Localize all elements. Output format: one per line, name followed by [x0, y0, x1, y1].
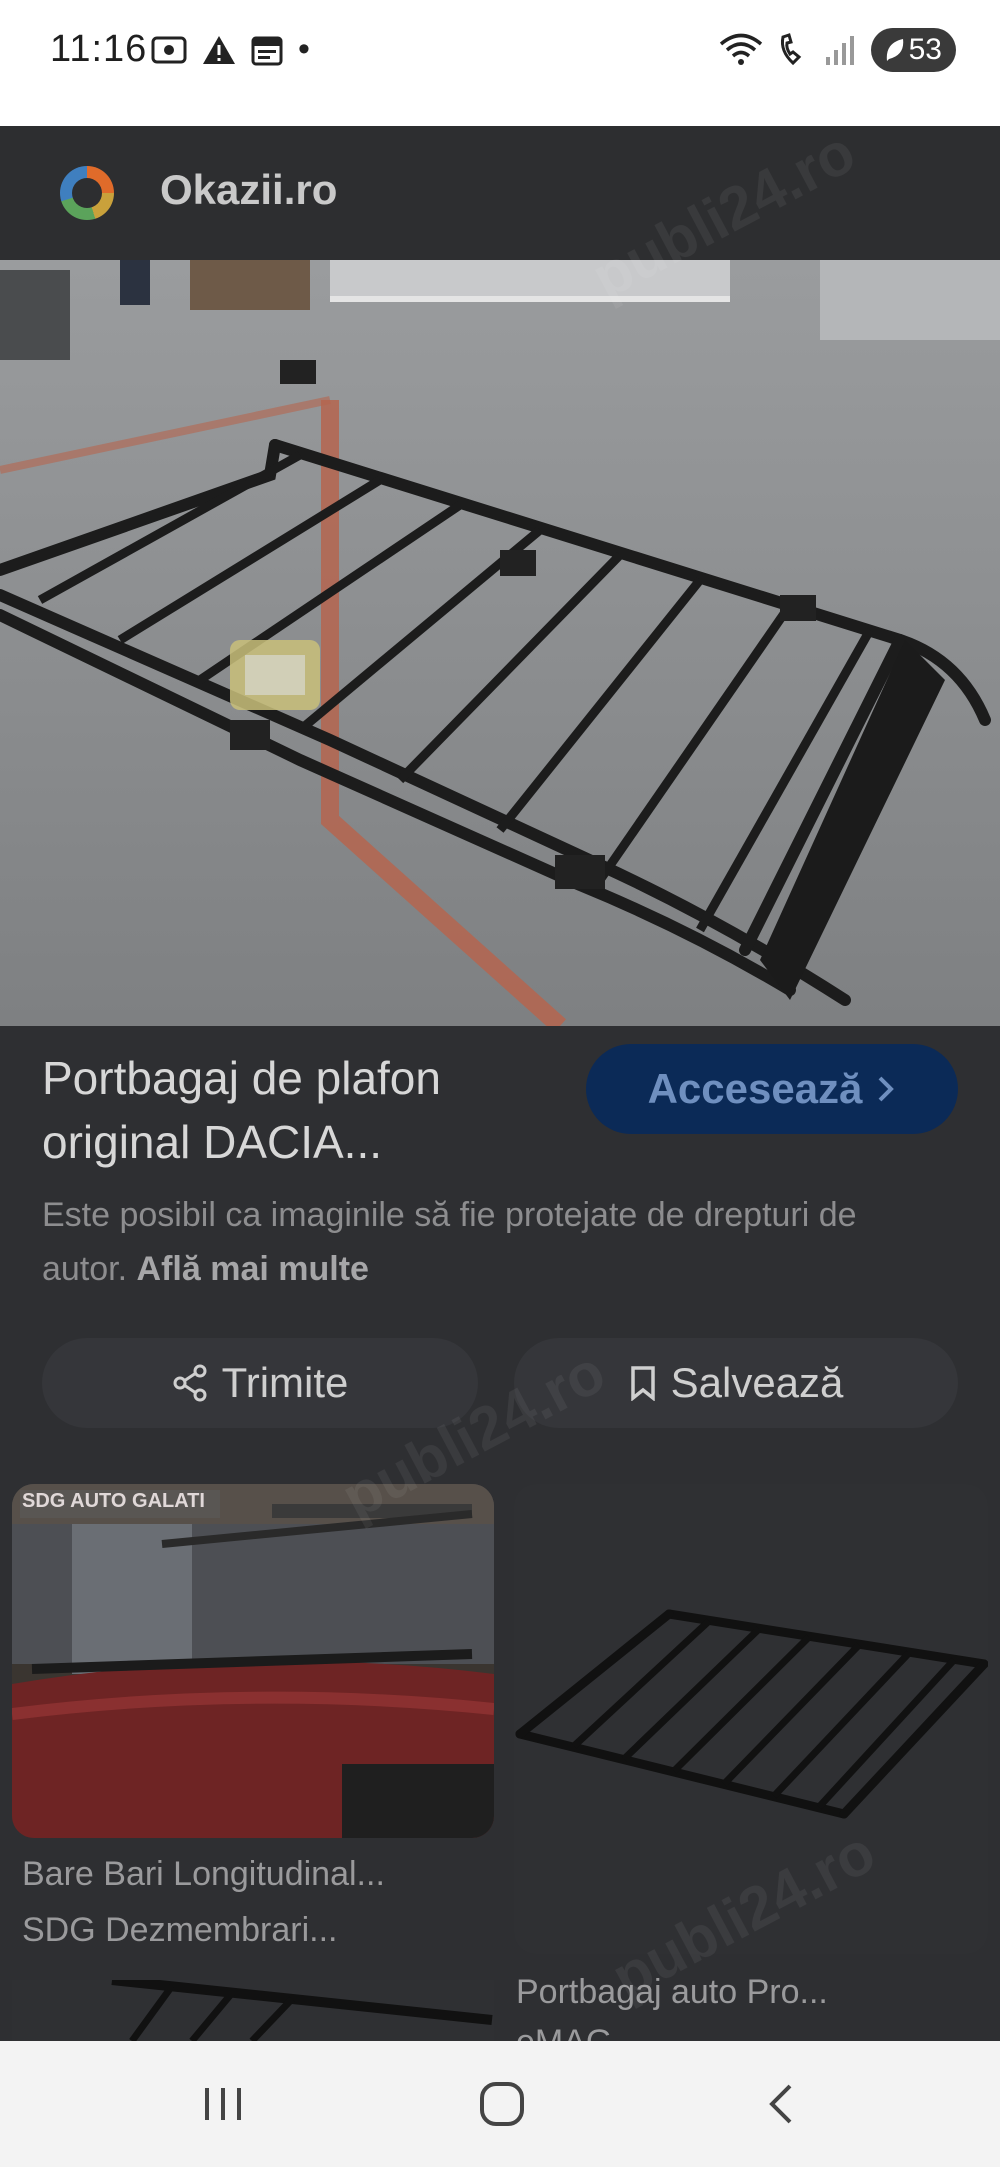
result-title-line2: original DACIA... [42, 1116, 383, 1168]
battery-saver-icon [886, 39, 903, 61]
system-icons: 53 [719, 28, 956, 72]
share-button[interactable]: Trimite [42, 1338, 478, 1428]
status-bar: 11:16 • 53 [0, 0, 1000, 126]
status-time: 11:16 [50, 28, 148, 70]
back-button[interactable] [742, 2073, 822, 2135]
result-title-line1: Portbagaj de plafon [42, 1052, 441, 1104]
related-title-1[interactable]: Bare Bari Longitudinal... [22, 1846, 385, 1902]
source-logo-icon [60, 166, 114, 220]
related-image-1[interactable]: SDG AUTO GALATI [12, 1484, 494, 1838]
signal-icon [825, 36, 854, 65]
roof-rack-product-photo [515, 1609, 988, 1819]
visit-button-label: Accesează [647, 1065, 863, 1112]
battery-level: 53 [908, 33, 942, 66]
result-title: Portbagaj de plafon original DACIA... [42, 1046, 562, 1174]
visit-button[interactable]: Accesează [586, 1044, 958, 1134]
save-label: Salvează [670, 1359, 844, 1406]
battery-indicator: 53 [870, 28, 956, 72]
car-roof-bars-photo [12, 1484, 494, 1838]
wifi-call-icon [780, 33, 801, 66]
source-name[interactable]: Okazii.ro [160, 166, 337, 214]
roof-rack-photo-3 [111, 1980, 493, 2041]
related-image-2[interactable] [514, 1484, 988, 1954]
screen: { "status_bar": { "time": "11:16", "batt… [0, 0, 1000, 2167]
roof-rack-photo [0, 260, 1000, 1026]
related-badge: SDG AUTO GALATI [22, 1490, 205, 1512]
screen-record-icon [151, 36, 187, 63]
notification-icons: • [150, 30, 310, 69]
related-image-3[interactable] [12, 1980, 494, 2041]
related-source-2[interactable]: eMAG [516, 2014, 612, 2041]
source-header[interactable] [0, 126, 1000, 260]
warning-icon [203, 35, 235, 64]
recent-apps-icon [205, 2088, 241, 2120]
learn-more-link[interactable]: Află mai multe [137, 1250, 369, 1288]
chevron-right-icon [879, 1076, 895, 1102]
back-icon [769, 2084, 792, 2124]
more-notifications-dot: • [298, 30, 310, 68]
home-icon [480, 2082, 524, 2126]
recent-apps-button[interactable] [183, 2073, 263, 2135]
bookmark-icon [630, 1366, 655, 1401]
related-title-2[interactable]: Portbagaj auto Pro... [516, 1964, 828, 2020]
system-navigation-bar [0, 2041, 1000, 2167]
wifi-icon [719, 33, 762, 65]
main-image[interactable] [0, 260, 1000, 1026]
share-label: Trimite [221, 1359, 349, 1406]
home-button[interactable] [462, 2073, 542, 2135]
calendar-icon [251, 36, 283, 65]
share-icon [173, 1364, 207, 1402]
related-source-1[interactable]: SDG Dezmembrari... [22, 1902, 338, 1958]
copyright-notice: Este posibil ca imaginile să fie proteja… [42, 1188, 922, 1296]
save-button[interactable]: Salvează [514, 1338, 958, 1428]
